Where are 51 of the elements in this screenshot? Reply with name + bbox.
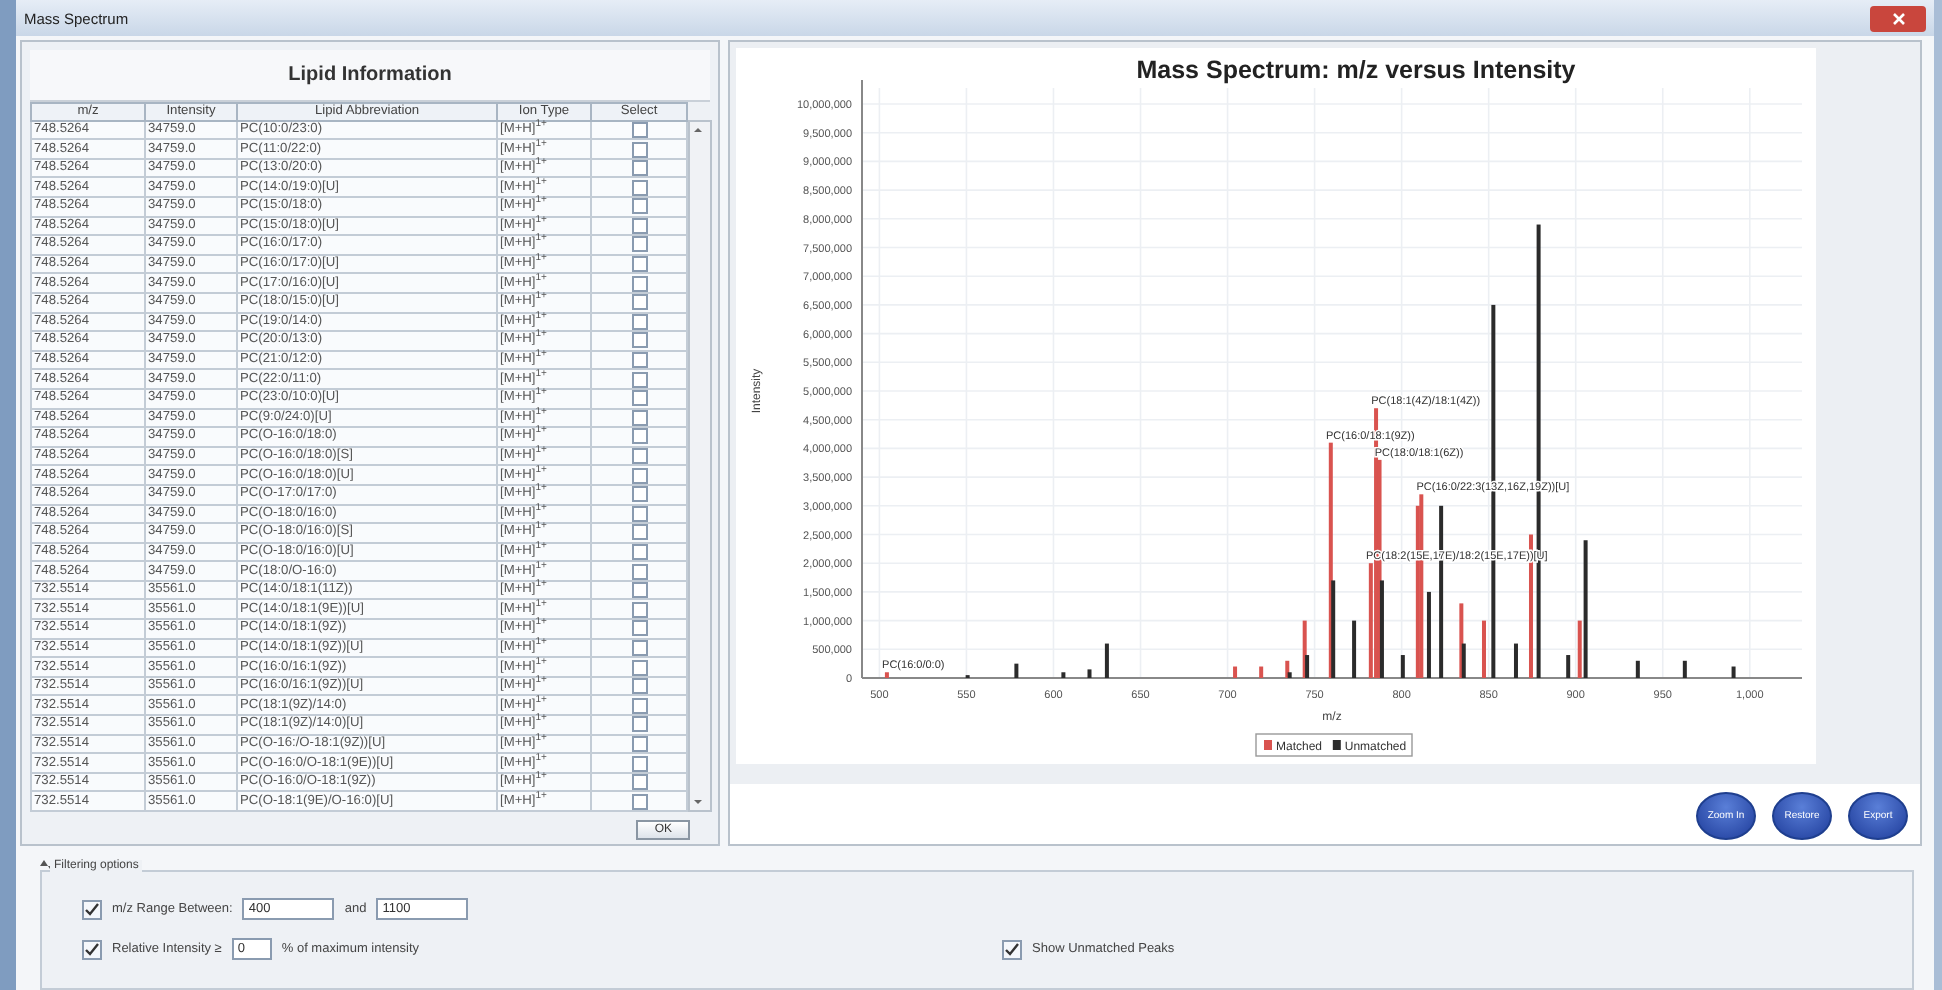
checkbox[interactable]: [631, 141, 647, 158]
checkbox[interactable]: [631, 236, 647, 253]
checkbox[interactable]: [631, 793, 647, 810]
checkbox[interactable]: [631, 620, 647, 637]
spectrum-peak: [1233, 666, 1238, 678]
checkbox[interactable]: [631, 160, 647, 177]
checkbox[interactable]: [631, 428, 647, 445]
spectrum-peak: [1352, 620, 1357, 678]
checkbox[interactable]: [631, 275, 647, 292]
checkbox[interactable]: [631, 697, 647, 714]
checkbox[interactable]: [631, 390, 647, 407]
checkbox[interactable]: [631, 486, 647, 503]
checkbox[interactable]: [631, 448, 647, 465]
spectrum-peak: [884, 672, 889, 678]
checkbox[interactable]: [82, 939, 102, 959]
spectrum-peak: [1682, 660, 1687, 678]
checkbox[interactable]: [631, 563, 647, 580]
checkbox[interactable]: [631, 716, 647, 733]
checkbox[interactable]: [631, 774, 647, 791]
spectrum-peak: [1014, 663, 1019, 678]
checkbox[interactable]: [82, 899, 102, 919]
panel-title: Lipid Information: [30, 50, 710, 102]
spectrum-peak: [1259, 666, 1264, 678]
spectrum-peak: [1731, 666, 1736, 678]
checkbox[interactable]: [631, 198, 647, 215]
checkbox[interactable]: [631, 179, 647, 196]
checkbox[interactable]: [631, 582, 647, 599]
scroll-down-icon[interactable]: [690, 794, 706, 810]
close-icon[interactable]: [1891, 11, 1905, 25]
checkbox[interactable]: [631, 332, 647, 349]
spectrum-peak: [1400, 655, 1405, 678]
checkbox[interactable]: [631, 352, 647, 369]
checkbox[interactable]: [631, 256, 647, 273]
spectrum-peak: [1566, 655, 1571, 678]
checkbox[interactable]: [631, 678, 647, 695]
spectrum-peak: [1104, 643, 1109, 678]
checkbox[interactable]: [631, 371, 647, 388]
checkbox[interactable]: [631, 294, 647, 311]
checkbox[interactable]: [631, 659, 647, 676]
splitter-arrows-icon[interactable]: [40, 860, 56, 872]
scrollbar[interactable]: [688, 119, 712, 812]
spectrum-peak: [1635, 660, 1640, 678]
spectrum-peak: [1087, 669, 1092, 678]
close-button[interactable]: [1870, 5, 1926, 31]
checkbox[interactable]: [631, 524, 647, 541]
checkbox[interactable]: [631, 467, 647, 484]
chart-title: Mass Spectrum: m/z versus Intensity: [1136, 56, 1576, 84]
spectrum-peak: [1061, 672, 1066, 678]
checkbox[interactable]: [1002, 939, 1022, 959]
checkbox[interactable]: [631, 755, 647, 772]
checkbox[interactable]: [631, 601, 647, 618]
